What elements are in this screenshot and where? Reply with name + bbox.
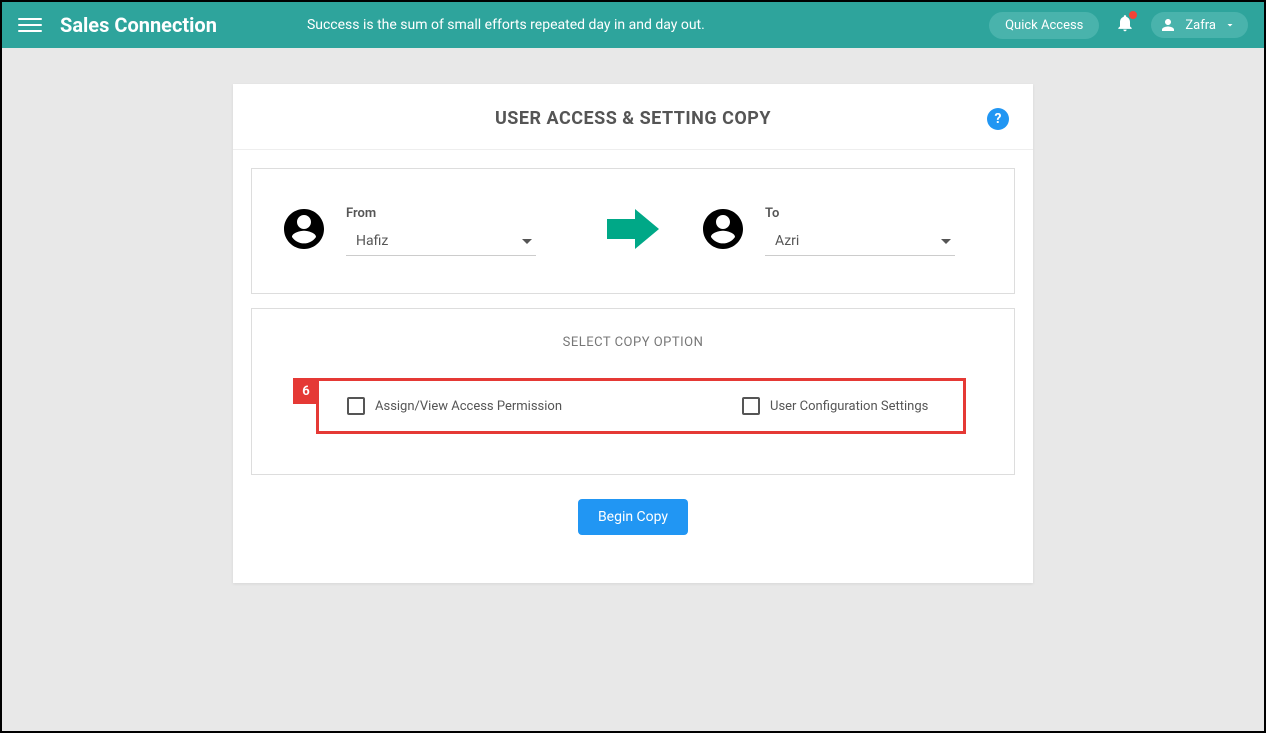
to-label: To [765,206,986,221]
from-user-select[interactable]: Hafiz [346,227,536,256]
option-label: Assign/View Access Permission [375,399,562,414]
notifications-icon[interactable] [1115,13,1135,37]
from-user-value: Hafiz [356,233,388,249]
chevron-down-icon [1224,19,1236,31]
quick-access-button[interactable]: Quick Access [989,12,1099,39]
card-title: USER ACCESS & SETTING COPY [253,108,1013,129]
from-user-block: From Hafiz [280,205,567,257]
from-to-panel: From Hafiz To [251,168,1015,294]
action-row: Begin Copy [251,475,1015,565]
card-body: From Hafiz To [233,150,1033,583]
person-icon [280,205,328,257]
page-content: USER ACCESS & SETTING COPY ? From Hafiz [2,48,1264,619]
option-assign-view[interactable]: Assign/View Access Permission [347,397,562,415]
highlight-box: 6 Assign/View Access Permission User Con… [316,378,966,434]
tagline-text: Success is the sum of small efforts repe… [307,17,705,33]
option-user-config[interactable]: User Configuration Settings [742,397,928,415]
caret-down-icon [522,239,532,244]
notification-dot [1129,11,1137,19]
to-user-block: To Azri [699,205,986,257]
settings-card: USER ACCESS & SETTING COPY ? From Hafiz [233,84,1033,583]
step-badge: 6 [293,378,319,404]
help-icon[interactable]: ? [987,108,1009,130]
checkbox-icon[interactable] [742,397,760,415]
user-menu[interactable]: Zafra [1151,12,1248,38]
brand-title: Sales Connection [60,13,217,37]
user-name: Zafra [1185,18,1216,33]
to-user-value: Azri [775,233,799,249]
caret-down-icon [941,239,951,244]
section-title: SELECT COPY OPTION [280,335,986,350]
option-label: User Configuration Settings [770,399,928,414]
card-header: USER ACCESS & SETTING COPY ? [233,84,1033,150]
person-icon [1159,16,1177,34]
copy-option-panel: SELECT COPY OPTION 6 Assign/View Access … [251,308,1015,475]
top-bar: Sales Connection Success is the sum of s… [2,2,1264,48]
person-icon [699,205,747,257]
from-label: From [346,206,567,221]
menu-icon[interactable] [18,13,42,37]
arrow-right-icon [587,209,679,253]
begin-copy-button[interactable]: Begin Copy [578,499,688,535]
checkbox-icon[interactable] [347,397,365,415]
to-user-select[interactable]: Azri [765,227,955,256]
